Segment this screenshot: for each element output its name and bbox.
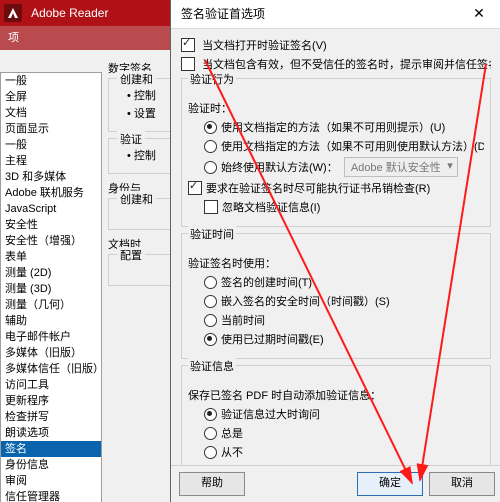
category-item[interactable]: 多媒体信任（旧版） xyxy=(1,361,101,377)
category-item[interactable]: 安全性（增强） xyxy=(1,233,101,249)
category-item[interactable]: 审阅 xyxy=(1,473,101,489)
category-item[interactable]: 签名 xyxy=(1,441,101,457)
category-item[interactable]: 3D 和多媒体 xyxy=(1,169,101,185)
radio-icon[interactable] xyxy=(204,121,217,134)
app-title: Adobe Reader xyxy=(31,0,108,26)
group-verify-behavior: 验证行为 验证时： 使用文档指定的方法（如果不可用则提示）(U) 使用文档指定的… xyxy=(181,78,491,227)
radio-icon[interactable] xyxy=(204,276,217,289)
checkbox-icon[interactable] xyxy=(188,181,202,195)
category-item[interactable]: 多媒体（旧版） xyxy=(1,345,101,361)
cancel-button[interactable]: 取消 xyxy=(429,472,495,496)
category-item[interactable]: 测量 (2D) xyxy=(1,265,101,281)
checkbox-icon[interactable] xyxy=(181,38,195,52)
category-item[interactable]: 安全性 xyxy=(1,217,101,233)
check-ignore-docinfo[interactable]: 忽略文档验证信息(I) xyxy=(204,199,484,215)
dialog-title: 签名验证首选项 xyxy=(171,7,265,21)
category-item[interactable]: 朗读选项 xyxy=(1,425,101,441)
radio-icon[interactable] xyxy=(204,427,217,440)
category-item[interactable]: 测量 (3D) xyxy=(1,281,101,297)
category-item[interactable]: 一般 xyxy=(1,73,101,89)
toolbar-item[interactable]: 项 xyxy=(0,26,27,50)
radio-info-always[interactable]: 总是 xyxy=(204,425,484,441)
radio-icon[interactable] xyxy=(204,140,217,153)
radio-method-doc-prompt[interactable]: 使用文档指定的方法（如果不可用则提示）(U) xyxy=(204,119,484,135)
check-verify-on-open[interactable]: 当文档打开时验证签名(V) xyxy=(181,37,491,53)
category-item[interactable]: 全屏 xyxy=(1,89,101,105)
radio-info-never[interactable]: 从不 xyxy=(204,444,484,460)
verify-info-label: 保存已签名 PDF 时自动添加验证信息： xyxy=(188,387,484,403)
dialog-button-bar: 帮助 取消 确定 xyxy=(171,465,500,502)
radio-time-timestamp[interactable]: 嵌入签名的安全时间（时间戳）(S) xyxy=(204,293,484,309)
category-item[interactable]: 一般 xyxy=(1,137,101,153)
check-revocation[interactable]: 要求在验证签名时尽可能执行证书吊销检查(R) xyxy=(188,180,484,196)
ok-button[interactable]: 确定 xyxy=(357,472,423,496)
radio-time-current[interactable]: 当前时间 xyxy=(204,312,484,328)
radio-icon[interactable] xyxy=(204,295,217,308)
verify-time-label: 验证签名时使用： xyxy=(188,255,484,271)
default-method-combo[interactable]: Adobe 默认安全性 xyxy=(344,157,458,177)
radio-time-expired-ts[interactable]: 使用已过期时间戳(E) xyxy=(204,331,484,347)
category-item[interactable]: 信任管理器 xyxy=(1,489,101,502)
category-item[interactable]: 测量（几何） xyxy=(1,297,101,313)
dialog-titlebar[interactable]: 签名验证首选项 ✕ xyxy=(171,0,500,29)
adobe-reader-icon xyxy=(4,4,22,22)
radio-icon[interactable] xyxy=(204,161,217,174)
radio-icon[interactable] xyxy=(204,446,217,459)
help-button[interactable]: 帮助 xyxy=(179,472,245,496)
category-item[interactable]: 访问工具 xyxy=(1,377,101,393)
radio-icon[interactable] xyxy=(204,314,217,327)
screenshot-root: Adobe Reader 项 一般全屏文档页面显示一般主程3D 和多媒体Adob… xyxy=(0,0,500,502)
close-icon[interactable]: ✕ xyxy=(457,0,500,28)
signature-verification-prefs-dialog: 签名验证首选项 ✕ 当文档打开时验证签名(V) 当文档包含有效，但不受信任的签名… xyxy=(170,0,500,502)
radio-method-doc-default[interactable]: 使用文档指定的方法（如果不可用则使用默认方法）(D) xyxy=(204,138,484,154)
radio-time-created[interactable]: 签名的创建时间(T) xyxy=(204,274,484,290)
category-item[interactable]: 页面显示 xyxy=(1,121,101,137)
checkbox-icon[interactable] xyxy=(181,57,195,71)
categories-list[interactable]: 一般全屏文档页面显示一般主程3D 和多媒体Adobe 联机服务JavaScrip… xyxy=(0,72,102,502)
radio-info-ask[interactable]: 验证信息过大时询问 xyxy=(204,406,484,422)
dialog-body: 当文档打开时验证签名(V) 当文档包含有效，但不受信任的签名时，提示审阅并信任签… xyxy=(171,28,500,502)
category-item[interactable]: 检查拼写 xyxy=(1,409,101,425)
radio-method-always-default[interactable]: 始终使用默认方法(W)： Adobe 默认安全性 xyxy=(204,157,484,177)
radio-icon[interactable] xyxy=(204,408,217,421)
category-item[interactable]: 更新程序 xyxy=(1,393,101,409)
category-item[interactable]: 表单 xyxy=(1,249,101,265)
category-item[interactable]: 文档 xyxy=(1,105,101,121)
category-item[interactable]: 身份信息 xyxy=(1,457,101,473)
check-prompt-untrusted[interactable]: 当文档包含有效，但不受信任的签名时，提示审阅并信任签名者 xyxy=(181,56,491,72)
category-item[interactable]: JavaScript xyxy=(1,201,101,217)
radio-icon[interactable] xyxy=(204,333,217,346)
category-item[interactable]: 主程 xyxy=(1,153,101,169)
category-item[interactable]: 辅助 xyxy=(1,313,101,329)
category-item[interactable]: 电子邮件帐户 xyxy=(1,329,101,345)
checkbox-icon[interactable] xyxy=(204,200,218,214)
verify-method-label: 验证时： xyxy=(188,100,484,116)
category-item[interactable]: Adobe 联机服务 xyxy=(1,185,101,201)
group-verify-time: 验证时间 验证签名时使用： 签名的创建时间(T) 嵌入签名的安全时间（时间戳）(… xyxy=(181,233,491,359)
group-verify-info: 验证信息 保存已签名 PDF 时自动添加验证信息： 验证信息过大时询问 总是 从… xyxy=(181,365,491,472)
